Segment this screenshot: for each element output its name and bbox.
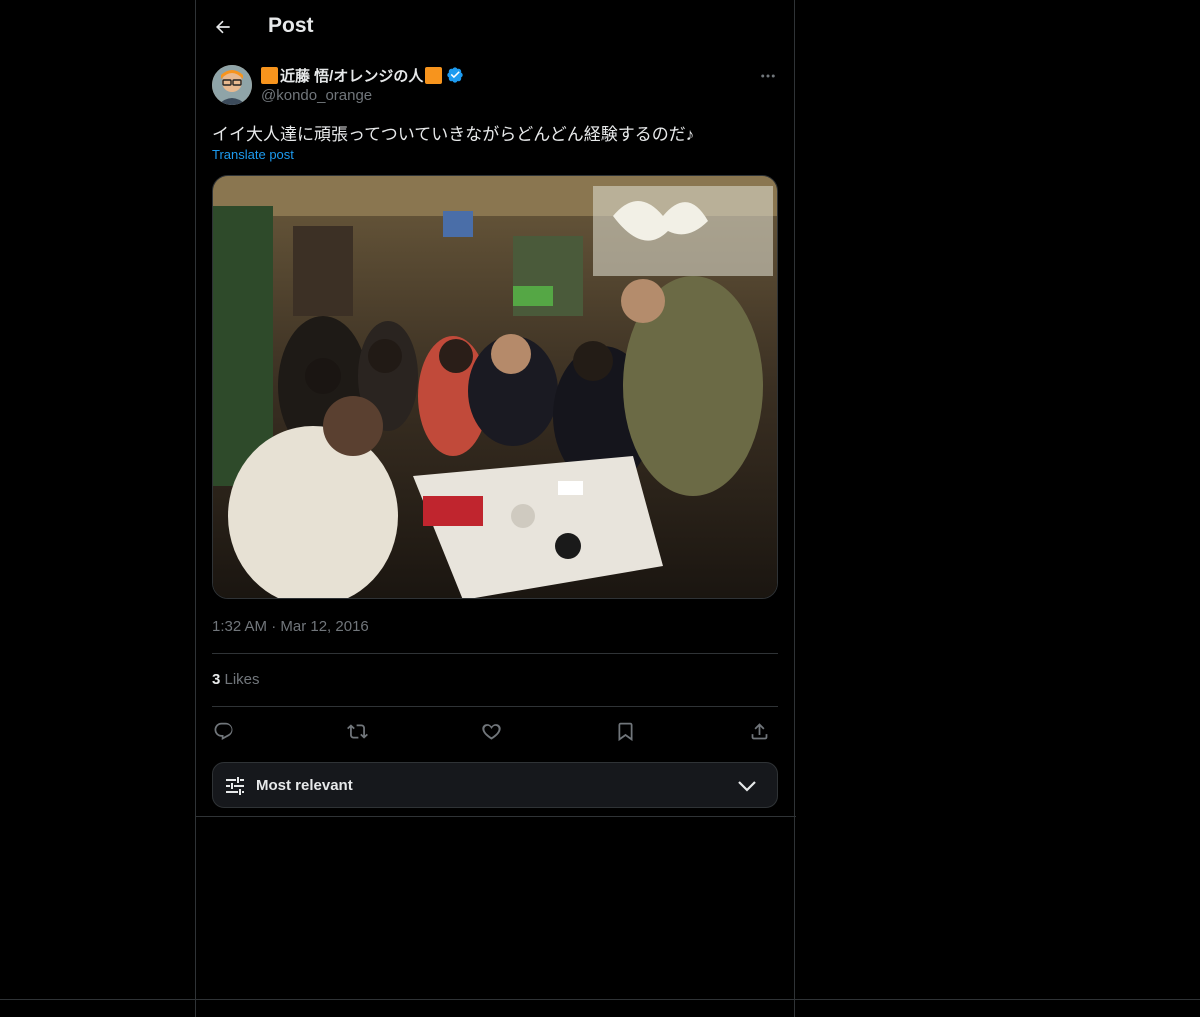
chevron-down-icon <box>738 781 756 792</box>
sort-label: Most relevant <box>256 777 353 794</box>
more-options-button[interactable] <box>756 64 780 88</box>
tweet-photo[interactable] <box>212 175 778 599</box>
translate-post-link[interactable]: Translate post <box>212 147 294 162</box>
sliders-icon <box>226 777 244 795</box>
author-display-name[interactable]: 近藤 悟/オレンジの人 <box>280 65 423 86</box>
retweet-button[interactable] <box>344 718 370 744</box>
action-bar <box>212 716 778 746</box>
author-handle[interactable]: @kondo_orange <box>261 87 372 104</box>
more-icon <box>761 74 775 78</box>
like-button[interactable] <box>478 718 504 744</box>
bookmark-icon <box>618 722 632 741</box>
orange-square-emoji <box>261 66 278 84</box>
divider <box>196 816 796 817</box>
divider <box>212 706 778 707</box>
divider <box>212 653 778 654</box>
main-column: Post 近藤 悟/オレンジの人 @kondo_orange イイ大人達に頑張っ… <box>195 0 796 1017</box>
tweet-timestamp[interactable]: 1:32 AM · Mar 12, 2016 <box>212 618 369 635</box>
bottom-divider <box>0 999 1200 1000</box>
share-icon <box>751 722 767 739</box>
retweet-icon <box>346 723 368 739</box>
avatar[interactable] <box>212 65 252 105</box>
share-button[interactable] <box>746 718 772 744</box>
photo-image <box>213 176 777 598</box>
bookmark-button[interactable] <box>612 718 638 744</box>
tweet-text: イイ大人達に頑張ってついていきながらどんどん経験するのだ♪ <box>212 125 695 144</box>
likes-label: Likes <box>220 671 260 688</box>
likes-count[interactable]: 3 Likes <box>212 671 260 688</box>
page-title: Post <box>268 14 314 37</box>
arrow-left-icon <box>216 20 230 34</box>
reply-button[interactable] <box>210 718 236 744</box>
orange-square-emoji <box>425 66 443 84</box>
avatar-image <box>212 65 252 105</box>
back-button[interactable] <box>208 12 238 42</box>
page-header: Post <box>196 0 796 54</box>
verified-badge-icon <box>447 67 464 83</box>
reply-sort-dropdown[interactable]: Most relevant <box>212 762 778 808</box>
author-name-row[interactable]: 近藤 悟/オレンジの人 <box>261 65 464 85</box>
reply-icon <box>214 722 232 740</box>
like-icon <box>481 723 501 740</box>
